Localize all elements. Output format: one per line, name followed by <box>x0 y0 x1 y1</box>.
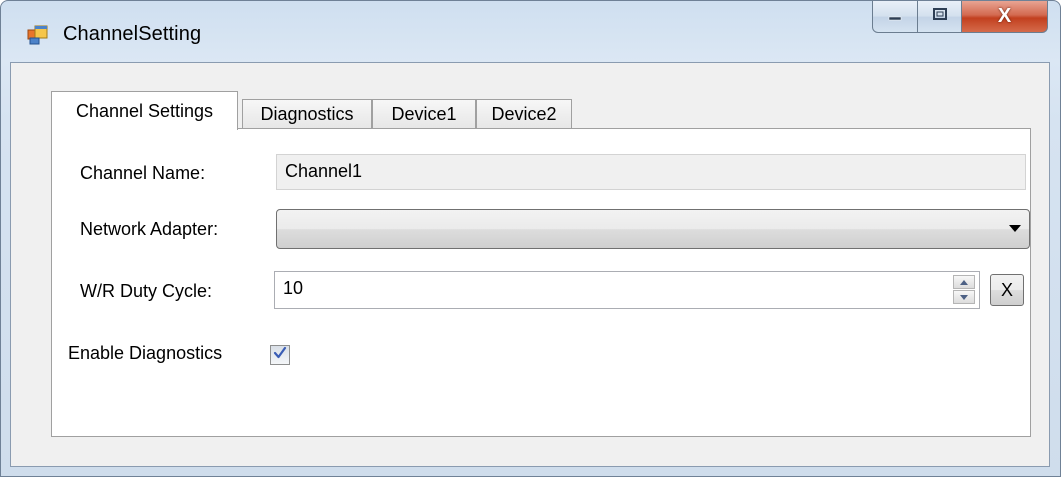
channel-setting-window: ChannelSetting X Channel Settings Diagno… <box>0 0 1061 477</box>
window-title: ChannelSetting <box>63 23 202 45</box>
channel-name-label: Channel Name: <box>80 163 206 183</box>
app-window-icon <box>27 25 49 45</box>
maximize-button[interactable] <box>918 1 962 33</box>
duty-cycle-spinner <box>953 275 975 305</box>
channel-settings-panel: Channel Name: Channel1 Network Adapter: … <box>51 128 1031 437</box>
channel-name-value: Channel1 <box>285 161 363 181</box>
clear-duty-cycle-button[interactable]: X <box>990 274 1024 306</box>
network-adapter-dropdown[interactable] <box>276 209 1030 249</box>
spin-up-button[interactable] <box>953 275 975 289</box>
close-button[interactable]: X <box>962 1 1048 33</box>
close-icon: X <box>997 5 1012 27</box>
tab-label: Device2 <box>491 104 557 124</box>
enable-diagnostics-label: Enable Diagnostics <box>68 343 223 363</box>
tab-label: Channel Settings <box>75 100 214 121</box>
tab-device1[interactable]: Device1 <box>372 99 476 129</box>
enable-diagnostics-checkbox[interactable] <box>270 345 290 365</box>
spin-up-icon <box>960 279 968 285</box>
channel-name-field[interactable]: Channel1 <box>276 154 1026 190</box>
tab-diagnostics[interactable]: Diagnostics <box>242 99 372 129</box>
tab-channel-settings[interactable]: Channel Settings <box>51 91 238 130</box>
duty-cycle-value: 10 <box>283 278 304 298</box>
caption-buttons: X <box>872 1 1048 35</box>
tab-label: Diagnostics <box>260 104 354 124</box>
tab-label: Device1 <box>391 104 457 124</box>
title-bar[interactable]: ChannelSetting X <box>1 1 1060 61</box>
duty-cycle-input[interactable]: 10 <box>274 271 980 309</box>
client-area: Channel Settings Diagnostics Device1 Dev… <box>10 62 1050 467</box>
chevron-down-icon <box>1009 225 1021 232</box>
checkmark-icon <box>273 346 287 365</box>
clear-button-label: X <box>1000 279 1013 300</box>
tab-device2[interactable]: Device2 <box>476 99 572 129</box>
spin-down-button[interactable] <box>953 290 975 304</box>
minimize-icon <box>887 8 903 26</box>
spin-down-icon <box>960 294 968 300</box>
network-adapter-label: Network Adapter: <box>80 219 219 239</box>
maximize-icon <box>932 7 948 26</box>
minimize-button[interactable] <box>872 1 918 33</box>
duty-cycle-label: W/R Duty Cycle: <box>80 281 213 301</box>
